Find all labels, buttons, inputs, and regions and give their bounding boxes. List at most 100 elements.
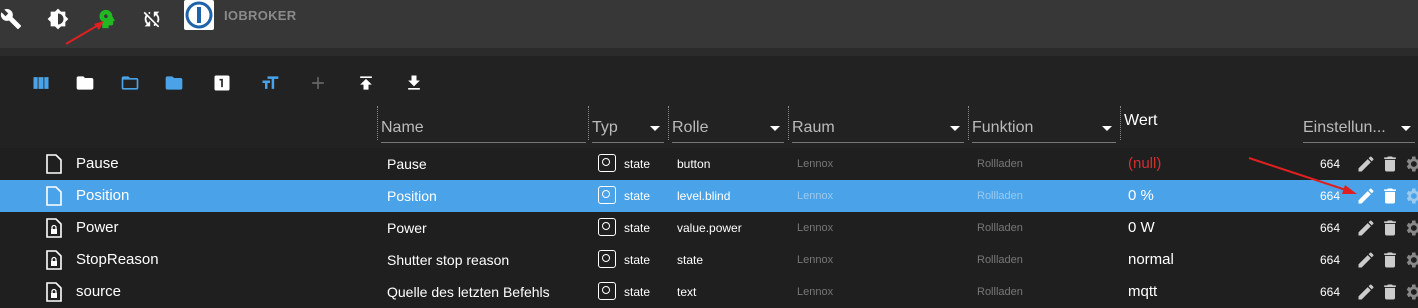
locked-file-icon [46, 218, 62, 238]
file-icon [46, 186, 62, 206]
text-size-icon[interactable] [259, 72, 281, 94]
role-filter[interactable]: Rolle [672, 114, 784, 143]
object-room: Lennox [797, 158, 834, 170]
name-filter[interactable]: Name [381, 114, 586, 143]
chevron-down-icon [1102, 126, 1112, 131]
object-value[interactable]: 0 W [1128, 212, 1155, 244]
table-header: Name Typ Rolle Raum Funktion Wert Einste… [0, 106, 1418, 148]
object-name: Power [387, 220, 427, 236]
delete-icon[interactable] [1380, 218, 1400, 238]
object-role: text [677, 285, 697, 299]
settings-column-label: Einstellun... [1303, 119, 1386, 136]
delete-icon[interactable] [1380, 154, 1400, 174]
edit-icon[interactable] [1356, 250, 1376, 270]
object-room: Lennox [797, 286, 834, 298]
object-role: value.power [677, 221, 742, 235]
column-resizer[interactable] [1120, 106, 1121, 140]
object-type: state [624, 189, 651, 203]
column-resizer[interactable] [788, 106, 789, 140]
object-type: state [624, 285, 651, 299]
role-column-label: Rolle [672, 119, 709, 136]
download-icon[interactable] [403, 72, 425, 94]
type-column-label: Typ [592, 119, 618, 136]
object-id: StopReason [76, 251, 159, 268]
object-room: Lennox [797, 254, 834, 266]
object-role: state [677, 253, 704, 267]
one-icon[interactable] [211, 72, 233, 94]
column-resizer[interactable] [588, 106, 589, 140]
brightness-icon[interactable] [45, 6, 71, 32]
delete-icon[interactable] [1380, 282, 1400, 302]
object-function: Rollladen [977, 254, 1023, 266]
object-value[interactable]: mqtt [1128, 276, 1157, 308]
columns-icon[interactable] [30, 72, 52, 94]
objects-toolbar [0, 56, 1418, 106]
delete-icon[interactable] [1380, 250, 1400, 270]
edit-icon[interactable] [1356, 282, 1376, 302]
object-value[interactable]: (null) [1128, 148, 1161, 180]
object-role: button [677, 157, 711, 171]
wrench-icon[interactable] [0, 6, 24, 32]
upload-icon[interactable] [355, 72, 377, 94]
top-bar-divider [0, 48, 1418, 56]
value-column-header: Wert [1124, 112, 1158, 129]
delete-icon[interactable] [1380, 186, 1400, 206]
settings-filter[interactable]: Einstellun... [1303, 114, 1415, 143]
table-row[interactable]: StopReason Shutter stop reason state sta… [0, 244, 1418, 276]
folder-open-icon[interactable] [119, 72, 141, 94]
object-value[interactable]: normal [1128, 244, 1174, 276]
locked-file-icon [46, 282, 62, 302]
state-type-icon [598, 250, 616, 268]
acl-value: 664 [1320, 157, 1341, 171]
edit-icon[interactable] [1356, 154, 1376, 174]
object-type: state [624, 157, 651, 171]
acl-value: 664 [1320, 189, 1341, 203]
top-app-bar: IOBROKER [0, 0, 1418, 48]
table-row[interactable]: source Quelle des letzten Befehls state … [0, 276, 1418, 308]
table-row[interactable]: Position Position state level.blind Lenn… [0, 180, 1418, 212]
room-filter[interactable]: Raum [792, 114, 964, 143]
gear-icon[interactable] [1403, 282, 1418, 302]
acl-value: 664 [1320, 253, 1341, 267]
iobroker-logo [184, 0, 214, 30]
plus-icon[interactable] [307, 72, 329, 94]
room-column-label: Raum [792, 119, 835, 136]
gear-icon[interactable] [1403, 218, 1418, 238]
chevron-down-icon [1401, 126, 1411, 131]
folder-blue-icon[interactable] [163, 72, 185, 94]
object-name: Position [387, 188, 437, 204]
object-id: source [76, 283, 122, 300]
object-function: Rollladen [977, 158, 1023, 170]
gear-icon[interactable] [1403, 186, 1418, 206]
object-type: state [624, 221, 651, 235]
file-icon [46, 154, 62, 174]
type-filter[interactable]: Typ [592, 114, 664, 143]
gear-icon[interactable] [1403, 154, 1418, 174]
chevron-down-icon [770, 126, 780, 131]
table-row[interactable]: Power Power state value.power Lennox Rol… [0, 212, 1418, 244]
object-function: Rollladen [977, 222, 1023, 234]
object-name: Shutter stop reason [387, 252, 510, 268]
object-value[interactable]: 0 % [1128, 180, 1154, 212]
object-name: Quelle des letzten Befehls [387, 284, 550, 300]
state-type-icon [598, 282, 616, 300]
table-row[interactable]: Pause Pause state button Lennox Rolllade… [0, 148, 1418, 180]
object-name: Pause [387, 156, 427, 172]
function-filter[interactable]: Funktion [972, 114, 1116, 143]
object-type: state [624, 253, 651, 267]
column-resizer[interactable] [668, 106, 669, 140]
expert-mode-icon[interactable] [92, 6, 118, 32]
folder-icon[interactable] [74, 72, 96, 94]
gear-icon[interactable] [1403, 250, 1418, 270]
brand-title: IOBROKER [224, 8, 297, 23]
column-resizer[interactable] [968, 106, 969, 140]
sync-disabled-icon[interactable] [139, 6, 165, 32]
column-resizer[interactable] [377, 106, 378, 140]
edit-icon[interactable] [1356, 186, 1376, 206]
object-id: Pause [76, 155, 119, 172]
object-room: Lennox [797, 190, 834, 202]
acl-value: 664 [1320, 285, 1341, 299]
edit-icon[interactable] [1356, 218, 1376, 238]
state-type-icon [598, 218, 616, 236]
chevron-down-icon [650, 126, 660, 131]
